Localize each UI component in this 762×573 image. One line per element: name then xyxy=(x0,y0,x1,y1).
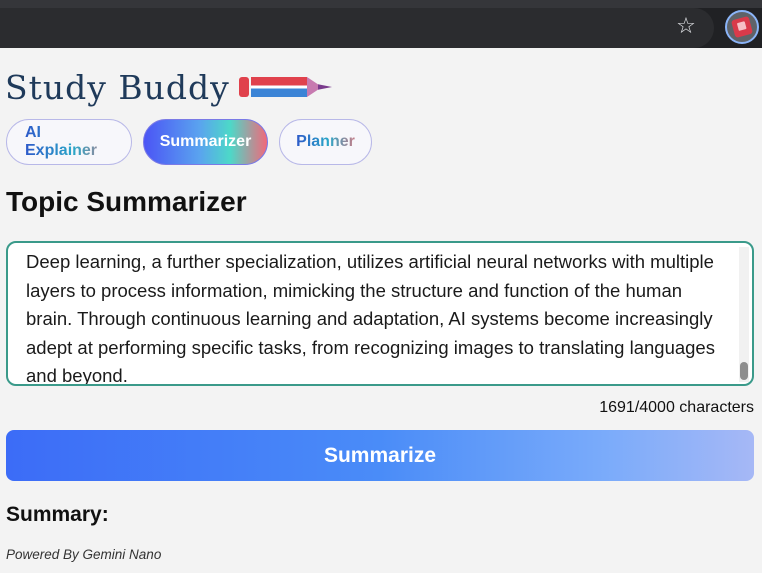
scrollbar-thumb[interactable] xyxy=(740,362,748,380)
extension-button[interactable] xyxy=(725,10,759,44)
app-logo: Study Buddy xyxy=(5,64,332,110)
topic-textarea[interactable]: Deep learning, a further specialization,… xyxy=(6,241,754,386)
topic-textarea-content[interactable]: Deep learning, a further specialization,… xyxy=(26,248,731,384)
powered-by-footer: Powered By Gemini Nano xyxy=(6,547,162,562)
study-buddy-extension-icon xyxy=(730,15,754,39)
bookmark-star-icon[interactable]: ☆ xyxy=(672,12,700,40)
browser-tab-strip xyxy=(0,0,762,8)
summary-heading: Summary: xyxy=(6,503,109,526)
tab-ai-explainer-label: AI Explainer xyxy=(25,124,113,160)
character-counter: 1691/4000 characters xyxy=(599,399,754,416)
mode-tabs: AI Explainer Summarizer Planner xyxy=(6,119,372,165)
textarea-scrollbar[interactable] xyxy=(739,247,749,382)
page-title: Topic Summarizer xyxy=(6,186,247,217)
tab-summarizer-label: Summarizer xyxy=(159,133,252,150)
tab-planner[interactable]: Planner xyxy=(279,119,372,165)
logo-text: Study Buddy xyxy=(5,67,230,107)
tab-summarizer[interactable]: Summarizer xyxy=(143,119,268,165)
address-bar[interactable] xyxy=(0,8,714,48)
summarize-button[interactable]: Summarize xyxy=(6,430,754,481)
pencil-icon xyxy=(238,77,332,97)
tab-planner-label: Planner xyxy=(296,133,355,150)
tab-ai-explainer[interactable]: AI Explainer xyxy=(6,119,132,165)
browser-toolbar: ☆ xyxy=(0,0,762,48)
